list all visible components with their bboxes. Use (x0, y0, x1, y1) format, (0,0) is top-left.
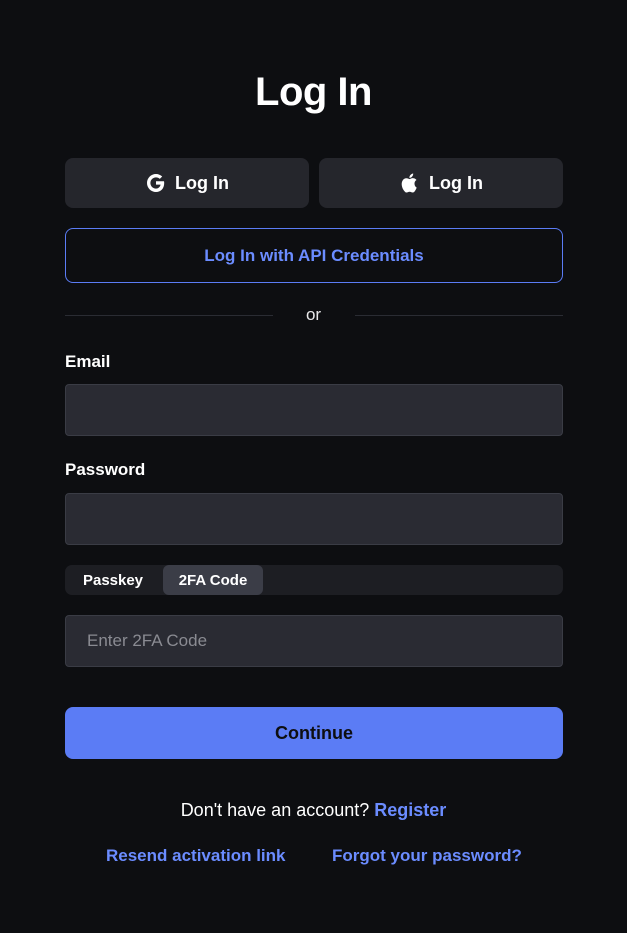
password-label: Password (65, 460, 146, 479)
apple-login-button[interactable]: Log In (319, 158, 563, 208)
page-title: Log In (255, 70, 372, 114)
google-login-button[interactable]: Log In (65, 158, 309, 208)
register-row: Don't have an account? Register (0, 800, 627, 821)
register-prompt: Don't have an account? (180, 800, 370, 820)
password-field[interactable] (65, 493, 563, 545)
tab-passkey[interactable]: Passkey (65, 565, 161, 595)
tab-2fa-code[interactable]: 2FA Code (163, 565, 263, 595)
resend-activation-link[interactable]: Resend activation link (106, 846, 286, 866)
api-credentials-button[interactable]: Log In with API Credentials (65, 228, 563, 283)
forgot-password-link[interactable]: Forgot your password? (332, 846, 522, 866)
apple-login-label: Log In (429, 172, 483, 193)
apple-icon (399, 171, 421, 195)
divider-line-right (355, 315, 563, 316)
register-link[interactable]: Register (374, 800, 446, 820)
google-login-label: Log In (175, 172, 229, 193)
email-label: Email (65, 352, 111, 371)
auth-method-toggle: Passkey 2FA Code (65, 565, 563, 595)
continue-button[interactable]: Continue (65, 707, 563, 759)
email-field[interactable] (65, 384, 563, 436)
google-icon (145, 172, 167, 194)
twofa-code-field[interactable] (65, 615, 563, 667)
